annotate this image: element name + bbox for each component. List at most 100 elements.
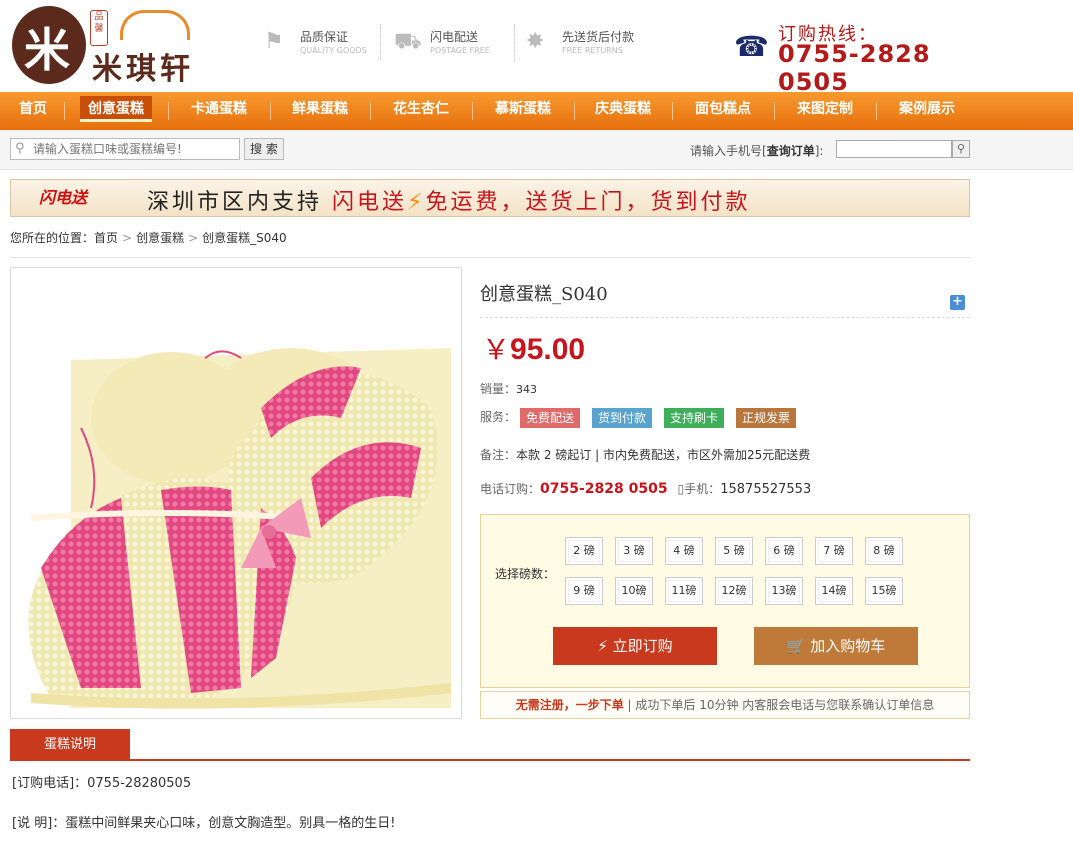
feature-pay-later: ✸ 先送货后付款 FREE RETURNS: [526, 24, 656, 64]
divider: [672, 102, 673, 120]
add-to-cart-button[interactable]: 🛒 加入购物车: [754, 627, 918, 665]
tab-cake-description[interactable]: 蛋糕说明: [10, 729, 130, 760]
search-input[interactable]: [33, 141, 233, 157]
service-tag-free-delivery: 免费配送: [520, 408, 581, 428]
order-phone-input[interactable]: [836, 140, 952, 158]
search-icon: ⚲: [15, 141, 25, 156]
chevron-right-icon: >: [188, 231, 199, 245]
mobile-number: 15875527553: [720, 482, 812, 497]
truck-icon: ⛟: [394, 29, 422, 54]
weight-option[interactable]: 9 磅: [565, 577, 603, 605]
nav-item-peanut-almond[interactable]: 花生杏仁: [378, 92, 464, 130]
feature-title: 品质保证: [300, 30, 349, 44]
feature-sub: POSTAGE FREE: [430, 46, 490, 55]
breadcrumb-prefix: 您所在的位置：: [10, 231, 95, 245]
service-tag-card: 支持刷卡: [664, 408, 725, 428]
nav-item-mousse-cake[interactable]: 慕斯蛋糕: [480, 92, 566, 130]
weight-option[interactable]: 11磅: [665, 577, 703, 605]
divider: [64, 102, 65, 120]
chevron-right-icon: >: [122, 231, 133, 245]
feature-sub: QUALITY GOODS: [300, 46, 367, 55]
flash-delivery-logo: 闪电送: [39, 188, 88, 207]
order-notice: 无需注册，一步下单 | 成功下单后 10分钟 内客服会电话与您联系确认订单信息: [480, 691, 970, 719]
site-header: 米 品馨 米琪轩 ⚑ 品质保证 QUALITY GOODS ⛟ 闪电配送 POS…: [0, 0, 1073, 96]
weight-label: 选择磅数：: [495, 567, 556, 581]
hotline: ☎ 订购热线： 0755-2828 0505: [734, 18, 984, 96]
feature-title: 闪电配送: [430, 30, 479, 44]
handshake-icon: ✸: [526, 29, 545, 54]
divider: [472, 102, 473, 120]
nav-item-bread-pastry[interactable]: 面包糕点: [680, 92, 766, 130]
lightning-icon: ⚡: [597, 637, 608, 655]
plus-icon[interactable]: +: [950, 295, 965, 310]
weight-option[interactable]: 7 磅: [815, 537, 853, 565]
weight-option[interactable]: 8 磅: [865, 537, 903, 565]
breadcrumb: 您所在的位置：首页 > 创意蛋糕 > 创意蛋糕_S040: [10, 229, 287, 246]
divider: [10, 759, 970, 761]
promo-text: 深圳市区内支持 闪电送⚡免运费，送货上门，货到付款: [147, 190, 751, 215]
divider: [380, 24, 381, 60]
feature-quality: ⚑ 品质保证 QUALITY GOODS: [264, 24, 374, 64]
nav-item-creative-cake[interactable]: 创意蛋糕: [72, 92, 160, 130]
buy-now-button[interactable]: ⚡ 立即订购: [553, 627, 717, 665]
product-note: 备注：本款 2 磅起订 | 市内免费配送，市区外需加25元配送费: [480, 448, 811, 462]
nav-item-custom-order[interactable]: 来图定制: [782, 92, 868, 130]
feature-delivery: ⛟ 闪电配送 POSTAGE FREE: [394, 24, 504, 64]
divider: [574, 102, 575, 120]
description-phone: [订购电话]：0755-28280505: [12, 776, 192, 791]
service-tag-cod: 货到付款: [592, 408, 653, 428]
logo-seal: 品馨: [90, 10, 108, 46]
brand-name: 米琪轩: [92, 52, 194, 87]
nav-item-cases[interactable]: 案例展示: [884, 92, 970, 130]
weight-option[interactable]: 3 磅: [615, 537, 653, 565]
breadcrumb-item-category[interactable]: 创意蛋糕: [136, 231, 184, 245]
description-text: [说 明]：蛋糕中间鲜果夹心口味，创意文胸造型。别具一格的生日!: [12, 816, 396, 831]
search-button[interactable]: 搜 索: [244, 138, 284, 160]
nav-item-fruit-cake[interactable]: 鲜果蛋糕: [278, 92, 362, 130]
divider: [168, 102, 169, 120]
nav-item-celebration-cake[interactable]: 庆典蛋糕: [580, 92, 666, 130]
search-box: ⚲: [10, 138, 240, 160]
site-logo[interactable]: 米 品馨 米琪轩: [10, 4, 220, 87]
divider: [270, 102, 271, 120]
weight-option[interactable]: 13磅: [765, 577, 803, 605]
divider: [480, 317, 970, 318]
product-price: ￥95.00: [482, 333, 586, 366]
product-title: 创意蛋糕_S040: [480, 284, 608, 305]
feature-sub: FREE RETURNS: [562, 46, 623, 55]
divider: [10, 257, 970, 258]
cart-icon: 🛒: [786, 637, 806, 655]
product-services: 服务： 免费配送 货到付款 支持刷卡 正规发票: [480, 408, 797, 428]
weight-option[interactable]: 6 磅: [765, 537, 803, 565]
phone-order: 电话订购：0755-2828 0505 ▯手机：15875527553: [480, 481, 812, 497]
weight-option[interactable]: 14磅: [815, 577, 853, 605]
weight-option[interactable]: 5 磅: [715, 537, 753, 565]
divider: [774, 102, 775, 120]
weight-option[interactable]: 15磅: [865, 577, 903, 605]
hotline-number: 0755-2828 0505: [778, 40, 931, 96]
weight-option[interactable]: 10磅: [615, 577, 653, 605]
service-label: 服务：: [480, 410, 517, 424]
breadcrumb-item-home[interactable]: 首页: [94, 231, 118, 245]
bookmark-icon: ⚑: [264, 29, 284, 54]
weight-option[interactable]: 4 磅: [665, 537, 703, 565]
weight-option[interactable]: 2 磅: [565, 537, 603, 565]
order-search-button[interactable]: ⚲: [952, 140, 970, 158]
nav-item-home[interactable]: 首页: [10, 92, 56, 130]
divider: [514, 24, 515, 60]
breadcrumb-item-current: 创意蛋糕_S040: [202, 231, 287, 245]
promo-banner[interactable]: 闪电送 深圳市区内支持 闪电送⚡免运费，送货上门，货到付款: [10, 179, 970, 217]
feature-title: 先送货后付款: [562, 30, 635, 44]
lightning-icon: ⚡: [407, 190, 426, 215]
nav-item-cartoon-cake[interactable]: 卡通蛋糕: [176, 92, 262, 130]
phone-number: 0755-2828 0505: [540, 481, 668, 497]
weight-option[interactable]: 12磅: [715, 577, 753, 605]
main-nav: 首页 创意蛋糕 卡通蛋糕 鲜果蛋糕 花生杏仁 慕斯蛋糕 庆典蛋糕 面包糕点 来图…: [0, 92, 1073, 130]
divider: [876, 102, 877, 120]
service-tag-invoice: 正规发票: [736, 408, 797, 428]
weight-selector: 选择磅数： 2 磅 3 磅 4 磅 5 磅 6 磅 7 磅 8 磅 9 磅 10…: [480, 514, 970, 688]
product-sales: 销量：343: [480, 382, 538, 396]
order-query-label: 请输入手机号[查询订单]:: [690, 144, 824, 158]
product-image[interactable]: [10, 267, 462, 719]
logo-mark: 米: [12, 6, 86, 84]
